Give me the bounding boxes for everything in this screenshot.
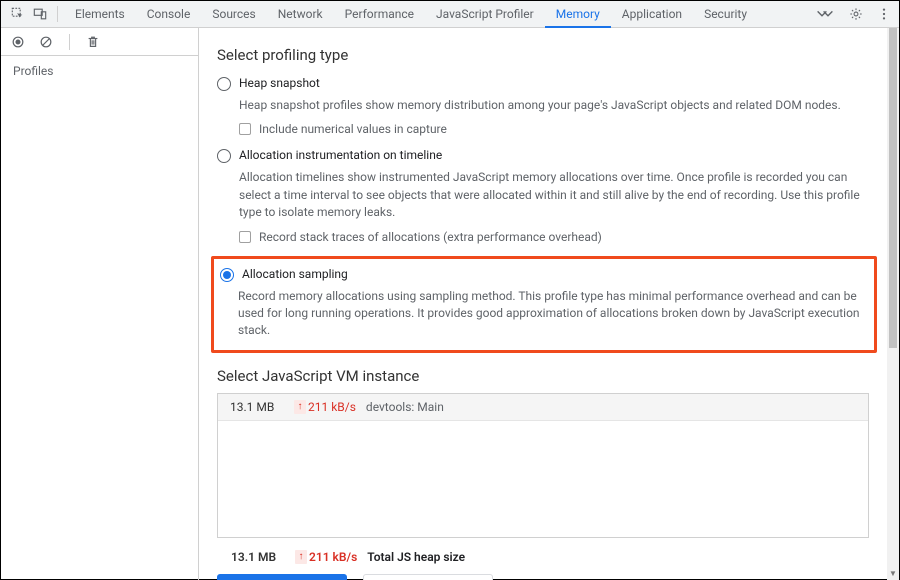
scrollbar-thumb[interactable] xyxy=(889,28,897,348)
device-toggle-icon[interactable] xyxy=(29,3,51,25)
more-tabs-icon[interactable] xyxy=(815,7,835,21)
divider xyxy=(69,34,70,50)
tab-application[interactable]: Application xyxy=(611,1,693,28)
option-heap-snapshot: Heap snapshot Heap snapshot profiles sho… xyxy=(217,76,869,136)
left-pane: Profiles xyxy=(1,28,199,580)
checkbox-label[interactable]: Include numerical values in capture xyxy=(259,122,447,136)
option-title[interactable]: Allocation sampling xyxy=(242,267,348,281)
checkbox-include-numerical[interactable] xyxy=(239,123,251,135)
profiles-section-label: Profiles xyxy=(1,56,198,86)
heap-summary-row: 13.1 MB ↑ 211 kB/s Total JS heap size xyxy=(217,544,869,570)
vm-instance-name: devtools: Main xyxy=(366,400,444,414)
profiles-toolbar xyxy=(1,28,198,56)
main-area: Profiles Select profiling type Heap snap… xyxy=(1,28,899,580)
rate-up-icon: ↑ xyxy=(295,550,307,564)
rate-value: 211 kB/s xyxy=(309,550,357,564)
start-button[interactable]: Start xyxy=(217,574,347,580)
vm-instance-list: 13.1 MB ↑ 211 kB/s devtools: Main xyxy=(217,393,869,538)
tab-sources[interactable]: Sources xyxy=(201,1,266,28)
clear-icon[interactable] xyxy=(39,35,53,49)
select-profiling-type-heading: Select profiling type xyxy=(217,46,869,64)
load-button[interactable]: Load xyxy=(363,574,493,580)
inspect-element-icon[interactable] xyxy=(7,3,29,25)
delete-icon[interactable] xyxy=(86,35,100,49)
radio-heap-snapshot[interactable] xyxy=(217,77,231,91)
total-heap-rate: ↑ 211 kB/s xyxy=(295,550,357,564)
scrollbar-down-icon[interactable]: ▼ xyxy=(887,569,899,578)
total-heap-label: Total JS heap size xyxy=(367,550,465,564)
checkbox-record-stack-traces[interactable] xyxy=(239,231,251,243)
option-allocation-timeline: Allocation instrumentation on timeline A… xyxy=(217,148,869,243)
rate-value: 211 kB/s xyxy=(308,400,356,414)
checkbox-label[interactable]: Record stack traces of allocations (extr… xyxy=(259,230,602,244)
radio-allocation-sampling[interactable] xyxy=(220,268,234,282)
option-title[interactable]: Allocation instrumentation on timeline xyxy=(239,148,442,162)
tab-security[interactable]: Security xyxy=(693,1,758,28)
option-desc: Allocation timelines show instrumented J… xyxy=(239,169,869,221)
settings-gear-icon[interactable] xyxy=(849,7,863,21)
highlighted-option-box: Allocation sampling Record memory alloca… xyxy=(211,256,877,353)
option-desc: Record memory allocations using sampling… xyxy=(238,288,864,340)
devtools-tabs: ElementsConsoleSourcesNetworkPerformance… xyxy=(1,1,899,28)
vertical-scrollbar[interactable]: ▼ xyxy=(887,28,899,580)
rate-up-icon: ↑ xyxy=(294,400,306,414)
right-pane: Select profiling type Heap snapshot Heap… xyxy=(199,28,899,580)
vm-memory-rate: ↑ 211 kB/s xyxy=(294,400,356,414)
tab-network[interactable]: Network xyxy=(267,1,334,28)
tab-javascript-profiler[interactable]: JavaScript Profiler xyxy=(425,1,545,28)
divider xyxy=(57,6,58,22)
tab-elements[interactable]: Elements xyxy=(64,1,136,28)
vm-instance-row[interactable]: 13.1 MB ↑ 211 kB/s devtools: Main xyxy=(218,394,868,421)
total-heap-size: 13.1 MB xyxy=(231,550,285,564)
action-buttons: Start Load xyxy=(217,570,869,580)
vm-memory-size: 13.1 MB xyxy=(230,400,284,414)
option-desc: Heap snapshot profiles show memory distr… xyxy=(239,97,869,114)
tab-memory[interactable]: Memory xyxy=(545,1,611,28)
tab-performance[interactable]: Performance xyxy=(334,1,425,28)
tab-console[interactable]: Console xyxy=(136,1,202,28)
option-title[interactable]: Heap snapshot xyxy=(239,76,320,90)
kebab-menu-icon[interactable] xyxy=(877,7,891,21)
radio-allocation-timeline[interactable] xyxy=(217,149,231,163)
record-icon[interactable] xyxy=(11,35,25,49)
option-allocation-sampling: Allocation sampling Record memory alloca… xyxy=(218,267,864,340)
memory-panel-content: Select profiling type Heap snapshot Heap… xyxy=(199,28,887,580)
select-vm-instance-heading: Select JavaScript VM instance xyxy=(217,367,869,385)
